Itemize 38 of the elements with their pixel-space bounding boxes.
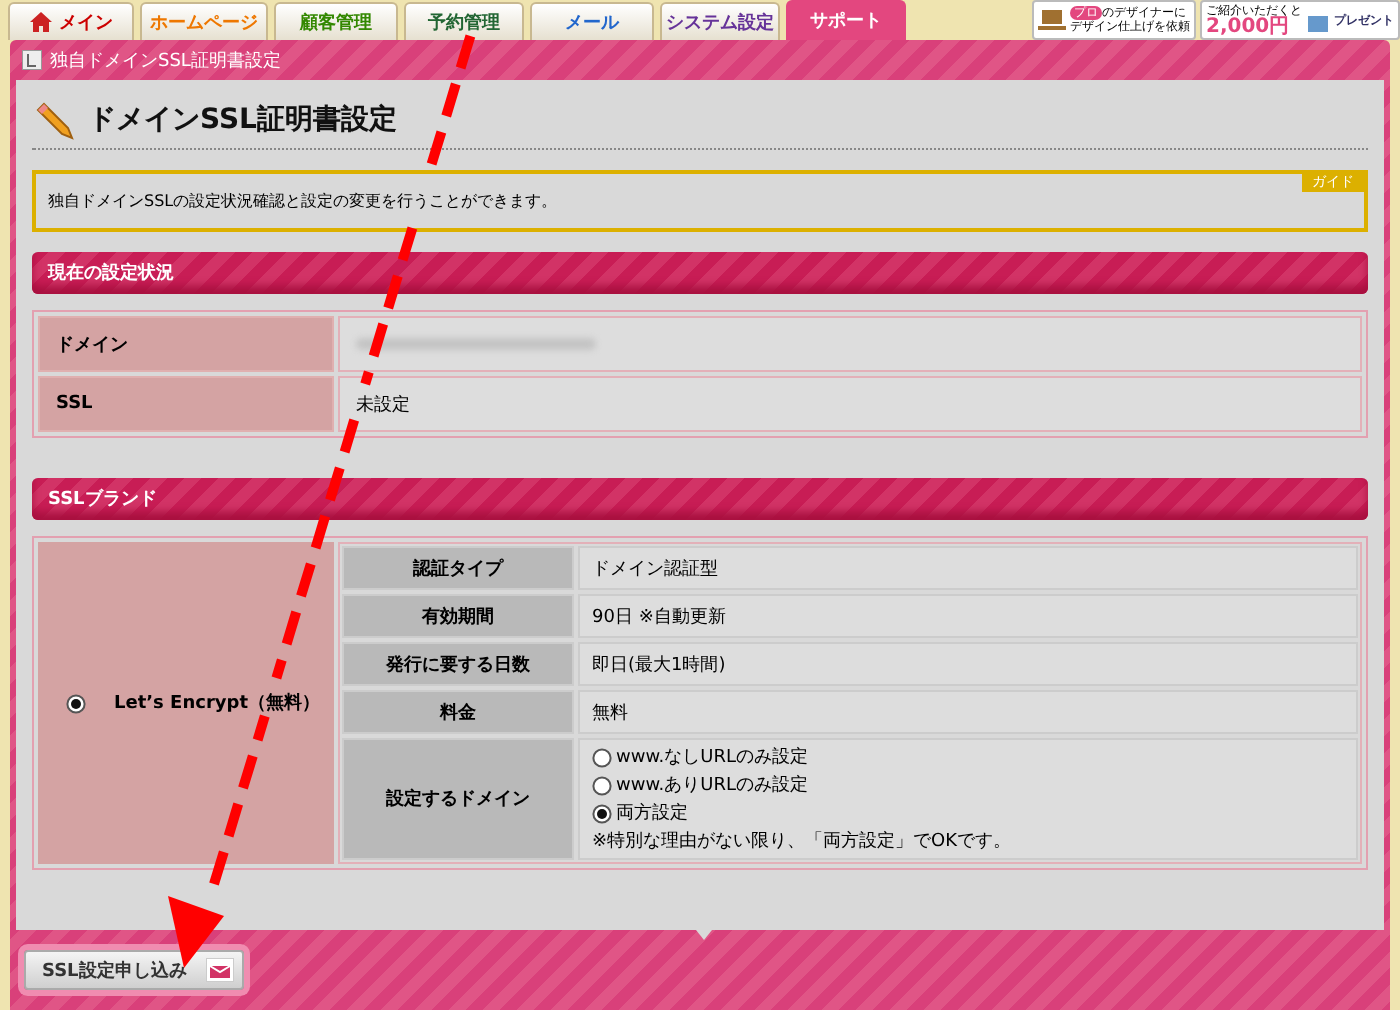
section-header: 現在の設定状況 — [32, 252, 1368, 294]
row-label: 有効期間 — [342, 594, 574, 638]
radio-button[interactable] — [592, 803, 612, 823]
section-header: SSLブランド — [32, 478, 1368, 520]
nav-tab[interactable]: サポート — [786, 0, 906, 40]
nav-tab[interactable]: メール — [530, 2, 654, 40]
radio-button[interactable] — [592, 747, 612, 767]
breadcrumb: 独自ドメインSSL証明書設定 — [50, 49, 281, 73]
radio-button[interactable] — [592, 775, 612, 795]
mail-icon — [206, 958, 235, 982]
row-value: 無料 — [592, 701, 630, 725]
nav-tab[interactable]: システム設定 — [660, 2, 780, 40]
row-label: 認証タイプ — [342, 546, 574, 590]
radio-button[interactable] — [66, 693, 86, 713]
page-icon — [22, 50, 42, 70]
home-icon — [29, 12, 51, 32]
row-label: 料金 — [342, 690, 574, 734]
note-text: ※特別な理由がない限り、「両方設定」でOKです。 — [592, 829, 1014, 854]
option-label: 両方設定 — [616, 801, 688, 826]
row-label: ドメイン — [38, 316, 334, 372]
option-label: www.ありURLのみ設定 — [616, 773, 808, 798]
pencil-icon — [36, 100, 76, 140]
brand-name: Let’s Encrypt（無料） — [114, 690, 320, 716]
row-label: 設定するドメイン — [342, 738, 574, 860]
row-value: 90日 ※自動更新 — [592, 605, 728, 629]
row-label: 発行に要する日数 — [342, 642, 574, 686]
option-label: www.なしURLのみ設定 — [616, 745, 808, 770]
row-value: ドメイン認証型 — [592, 557, 720, 581]
row-value: 即日(最大1時間) — [592, 653, 728, 677]
nav-tab[interactable]: 予約管理 — [404, 2, 524, 40]
guide-text: 独自ドメインSSLの設定状況確認と設定の変更を行うことができます。 — [48, 192, 558, 210]
nav-tab[interactable]: メイン — [8, 2, 134, 40]
nav-tab[interactable]: 顧客管理 — [274, 2, 398, 40]
submit-button[interactable]: SSL設定申し込み — [24, 950, 245, 990]
page-title: ドメインSSL証明書設定 — [88, 102, 397, 138]
row-value: 未設定 — [356, 393, 410, 417]
laptop-icon — [1038, 8, 1066, 32]
row-label: SSL — [38, 376, 334, 432]
